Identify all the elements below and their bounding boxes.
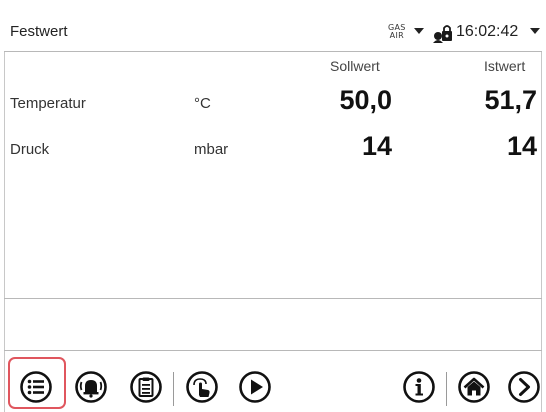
start-button[interactable] [236,368,274,406]
next-icon [508,371,540,403]
alarm-icon [75,371,107,403]
next-button[interactable] [505,368,543,406]
play-icon [239,371,271,403]
home-icon [458,371,490,403]
info-button[interactable] [400,368,438,406]
info-icon [403,371,435,403]
actual-value: 51,7 [484,85,537,115]
clipboard-icon [130,371,162,403]
toolbar-divider [446,372,447,406]
parameter-label: Druck [10,141,50,158]
actual-header: Istwert [484,58,526,74]
menu-icon [20,371,52,403]
setpoint-header: Sollwert [330,58,380,74]
gas-air-indicator[interactable]: GAS AIR [388,24,406,40]
divider [4,350,542,351]
page-title: Festwert [10,23,68,40]
setpoint-value[interactable]: 14 [302,131,392,162]
log-button[interactable] [127,368,165,406]
parameter-label: Temperatur [10,95,86,112]
parameter-unit: mbar [194,141,229,158]
chevron-down-icon[interactable] [530,28,540,35]
setpoint-value[interactable]: 50,0 [302,85,392,116]
alarm-button[interactable] [72,368,110,406]
actual-value: 14 [506,131,537,161]
manual-button[interactable] [183,368,221,406]
display-frame [4,14,542,412]
touch-icon [186,371,218,403]
parameter-unit: °C [194,95,211,112]
home-button[interactable] [455,368,493,406]
divider [4,298,542,299]
toolbar-divider [173,372,174,406]
air-label: AIR [389,31,404,40]
clock-time: 16:02:42 [456,23,519,40]
user-lock-icon[interactable] [432,23,454,43]
menu-button[interactable] [17,368,55,406]
chevron-down-icon[interactable] [414,28,424,35]
title-bar: Festwert GAS AIR 16:02:42 [4,14,542,52]
